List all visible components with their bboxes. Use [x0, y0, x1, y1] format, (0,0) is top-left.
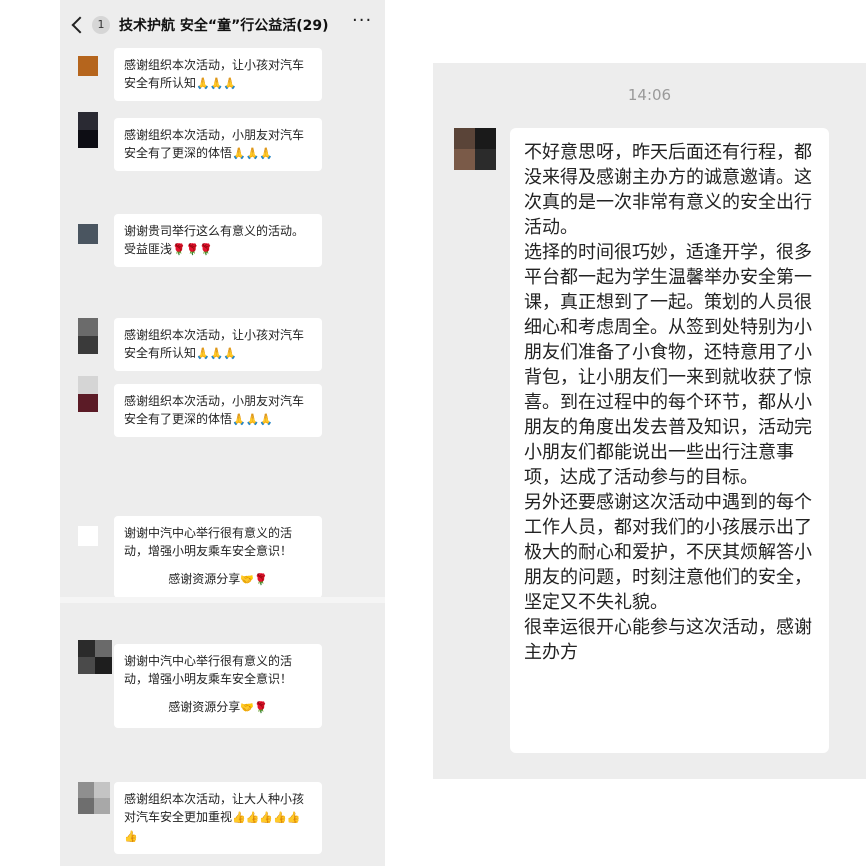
avatar-pixel	[78, 782, 94, 798]
message-bubble[interactable]: 谢谢贵司举行这么有意义的活动。受益匪浅🌹🌹🌹	[114, 214, 322, 267]
avatar-pixel	[78, 56, 98, 76]
message-caption: 感谢资源分享🤝🌹	[168, 700, 268, 714]
message-text: 感谢组织本次活动，小朋友对汽车安全有了更深的体悟	[124, 394, 305, 426]
ellipsis-icon: ···	[352, 10, 373, 31]
avatar-pixel	[95, 657, 112, 674]
avatar-pixel	[78, 798, 94, 814]
message-text: 感谢组织本次活动，小朋友对汽车安全有了更深的体悟	[124, 128, 305, 160]
avatar[interactable]	[78, 640, 112, 674]
message-text: 谢谢中汽中心举行很有意义的活动，增强小明友乘车安全意识！	[124, 654, 293, 686]
back-button[interactable]: 1	[70, 14, 110, 36]
avatar-pixel	[454, 149, 475, 170]
message-bubble[interactable]: 不好意思呀，昨天后面还有行程，都没来得及感谢主办方的诚意邀请。这次真的是一次非常…	[510, 128, 829, 753]
avatar[interactable]	[78, 224, 98, 244]
unread-count-badge: 1	[92, 16, 110, 34]
message-bubble[interactable]: 感谢组织本次活动，小朋友对汽车安全有了更深的体悟🙏🙏🙏	[114, 118, 322, 171]
avatar-pixel	[94, 798, 110, 814]
avatar-pixel	[78, 640, 95, 657]
message-text: 谢谢中汽中心举行很有意义的活动，增强小明友乘车安全意识！	[124, 526, 293, 558]
avatar-pixel	[78, 657, 95, 674]
avatar-pixel	[78, 130, 98, 148]
chevron-left-icon	[71, 16, 89, 34]
avatar[interactable]	[78, 112, 98, 148]
more-options-button[interactable]: ···	[352, 10, 372, 31]
avatar[interactable]	[454, 128, 496, 170]
avatar-pixel	[94, 782, 110, 798]
avatar-pixel	[475, 149, 496, 170]
emoji-icon: 🌹🌹🌹	[172, 243, 214, 256]
chat-header: 1 技术护航 安全“童”行公益活(29) ···	[60, 0, 385, 50]
message-bubble[interactable]: 感谢组织本次活动，小朋友对汽车安全有了更深的体悟🙏🙏🙏	[114, 384, 322, 437]
emoji-icon: 🙏🙏🙏	[232, 147, 274, 160]
member-count: (29)	[296, 18, 329, 34]
avatar[interactable]	[78, 318, 98, 354]
avatar-pixel	[454, 128, 475, 149]
message-bubble[interactable]: 谢谢中汽中心举行很有意义的活动，增强小明友乘车安全意识！ 感谢资源分享🤝🌹	[114, 644, 322, 728]
avatar[interactable]	[78, 526, 98, 546]
avatar[interactable]	[78, 56, 98, 76]
right-chat-screenshot: 14:06 不好意思呀，昨天后面还有行程，都没来得及感谢主办方的诚意邀请。这次真…	[433, 63, 866, 779]
message-text: 谢谢贵司举行这么有意义的活动。受益匪浅	[124, 224, 305, 256]
left-chat-screenshot: 1 技术护航 安全“童”行公益活(29) ··· 感谢组织本次活动，让小孩对汽车…	[60, 0, 385, 866]
emoji-icon: 🤝🌹	[240, 573, 268, 586]
avatar-pixel	[78, 394, 98, 412]
avatar[interactable]	[78, 376, 98, 412]
avatar[interactable]	[78, 782, 110, 814]
emoji-icon: 🤝🌹	[240, 701, 268, 714]
message-bubble[interactable]: 谢谢中汽中心举行很有意义的活动，增强小明友乘车安全意识！ 感谢资源分享🤝🌹	[114, 516, 322, 598]
emoji-icon: 🙏🙏🙏	[232, 413, 274, 426]
screenshot-divider	[60, 597, 385, 603]
message-bubble[interactable]: 感谢组织本次活动，让小孩对汽车安全有所认知🙏🙏🙏	[114, 318, 322, 371]
avatar-pixel	[78, 526, 98, 546]
avatar-pixel	[475, 128, 496, 149]
message-caption: 感谢资源分享🤝🌹	[168, 572, 268, 586]
emoji-icon: 🙏🙏🙏	[196, 77, 238, 90]
avatar-pixel	[78, 224, 98, 244]
avatar-pixel	[78, 318, 98, 336]
avatar-pixel	[78, 336, 98, 354]
avatar-pixel	[78, 112, 98, 130]
message-timestamp: 14:06	[627, 86, 672, 104]
avatar-pixel	[78, 376, 98, 394]
emoji-icon: 🙏🙏🙏	[196, 347, 238, 360]
message-bubble[interactable]: 感谢组织本次活动，让大人种小孩对汽车安全更加重视👍👍👍👍👍👍	[114, 782, 322, 854]
group-name: 技术护航 安全“童”行公益活	[119, 18, 297, 34]
avatar-pixel	[95, 640, 112, 657]
message-bubble[interactable]: 感谢组织本次活动，让小孩对汽车安全有所认知🙏🙏🙏	[114, 48, 322, 101]
chat-title: 技术护航 安全“童”行公益活(29)	[119, 15, 341, 35]
